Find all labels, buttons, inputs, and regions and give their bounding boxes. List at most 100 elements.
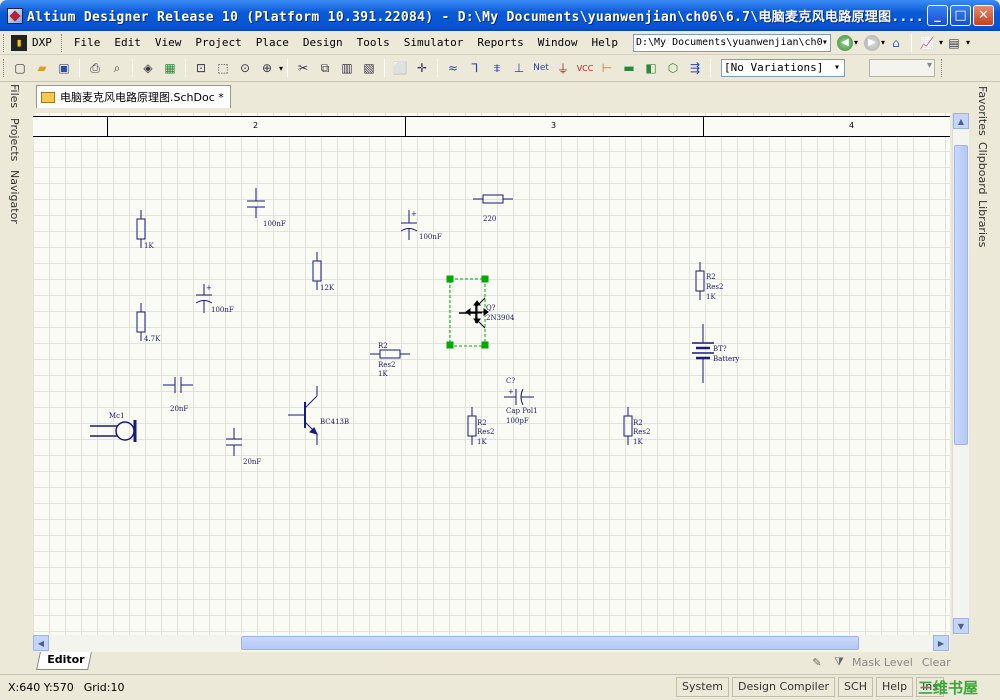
layers-icon[interactable]: ◈: [139, 59, 157, 77]
brush-icon[interactable]: ✎: [808, 654, 826, 670]
move-icon[interactable]: ✛: [413, 59, 431, 77]
polarized-capacitor-100nf[interactable]: + 100nF: [400, 210, 442, 241]
document-path-combo[interactable]: D:\My Documents\yuanwenjian\ch0: [632, 33, 831, 52]
chart-icon[interactable]: 📈: [918, 34, 936, 52]
capacitor-20nf[interactable]: 20nF: [163, 377, 193, 413]
mask-level-button[interactable]: Mask Level: [852, 656, 913, 669]
schematic-canvas[interactable]: 2 3 4 1K 100nF + 100nF 220 12K 4.7K + 10…: [33, 113, 950, 635]
open-folder-icon[interactable]: ▰: [33, 59, 51, 77]
port-icon[interactable]: ⇶: [686, 59, 704, 77]
print-preview-icon[interactable]: ▤: [945, 34, 963, 52]
variations-select[interactable]: [No Variations]: [721, 59, 846, 77]
resistor-220[interactable]: 220: [473, 194, 513, 223]
menu-simulator[interactable]: Simulator: [397, 33, 471, 53]
resistor-res2[interactable]: R2 Res2 1K: [695, 262, 723, 301]
zoom-fit-icon[interactable]: ⊡: [192, 59, 210, 77]
vertical-scroll-thumb[interactable]: [954, 145, 968, 445]
tab-favorites[interactable]: Favorites: [976, 86, 989, 136]
menu-edit[interactable]: Edit: [107, 33, 148, 53]
clear-button[interactable]: Clear: [922, 656, 951, 669]
maximize-button[interactable]: □: [950, 5, 971, 26]
rubber-stamp-icon[interactable]: ▧: [360, 59, 378, 77]
chevron-down-icon[interactable]: ▾: [279, 64, 283, 73]
menu-project[interactable]: Project: [188, 33, 248, 53]
bus-icon[interactable]: ⅂: [466, 59, 484, 77]
bus-entry-icon[interactable]: ⊥: [510, 59, 528, 77]
forward-arrow-icon[interactable]: ▶: [863, 34, 880, 51]
select-area-icon[interactable]: ⬜: [391, 59, 409, 77]
device-sheet-icon[interactable]: ⬡: [664, 59, 682, 77]
minimize-button[interactable]: _: [927, 5, 948, 26]
battery[interactable]: BT? Battery: [692, 324, 739, 383]
resistor-res2[interactable]: R2 Res2 1K: [370, 342, 410, 378]
save-icon[interactable]: ▣: [55, 59, 73, 77]
dxp-menu[interactable]: ▮ DXP: [9, 33, 58, 53]
part-icon[interactable]: ⊢: [598, 59, 616, 77]
capacitor-100nf[interactable]: 100nF: [247, 188, 286, 228]
document-tab[interactable]: 电脑麦克风电路原理图.SchDoc *: [36, 85, 231, 108]
scroll-down-icon[interactable]: ▼: [953, 618, 969, 634]
tab-files[interactable]: Files: [8, 84, 21, 108]
chevron-down-icon[interactable]: ▾: [854, 38, 858, 47]
toolbar-grip[interactable]: [60, 33, 64, 52]
polarized-capacitor-cap-pol1[interactable]: C? + Cap Pol1 100pF: [504, 377, 538, 425]
tab-libraries[interactable]: Libraries: [976, 200, 989, 248]
transistor-bc413b[interactable]: BC413B: [288, 386, 349, 445]
net-label-icon[interactable]: Net: [532, 59, 550, 77]
sheet-symbol-icon[interactable]: ▬: [620, 59, 638, 77]
new-document-icon[interactable]: ▢: [11, 59, 29, 77]
tab-clipboard[interactable]: Clipboard: [976, 142, 989, 195]
copy-icon[interactable]: ⧉: [316, 59, 334, 77]
chevron-down-icon[interactable]: ▾: [881, 38, 885, 47]
toolbar-grip[interactable]: [3, 59, 6, 77]
menu-file[interactable]: File: [67, 33, 108, 53]
tab-navigator[interactable]: Navigator: [8, 170, 21, 224]
capacitor-20nf[interactable]: 20nF: [226, 428, 261, 466]
close-button[interactable]: ✕: [973, 5, 994, 26]
filter-icon[interactable]: ⧩: [830, 654, 848, 670]
scroll-left-icon[interactable]: ◀: [33, 635, 49, 651]
resistor-4-7k[interactable]: 4.7K: [136, 303, 161, 343]
menu-place[interactable]: Place: [249, 33, 296, 53]
paste-icon[interactable]: ▥: [338, 59, 356, 77]
design-compiler-panel-button[interactable]: Design Compiler: [732, 677, 836, 697]
signal-harness-icon[interactable]: ⩨: [488, 59, 506, 77]
menu-window[interactable]: Window: [531, 33, 585, 53]
microphone[interactable]: Mc1: [90, 412, 137, 442]
horizontal-scroll-thumb[interactable]: [241, 636, 859, 650]
toolbar-grip[interactable]: [3, 33, 6, 52]
chevron-down-icon[interactable]: ▾: [966, 38, 970, 47]
menu-design[interactable]: Design: [296, 33, 350, 53]
menu-tools[interactable]: Tools: [350, 33, 397, 53]
zoom-area-icon[interactable]: ⬚: [214, 59, 232, 77]
wire-icon[interactable]: ≈: [444, 59, 462, 77]
zoom-in-icon[interactable]: ⊕: [258, 59, 276, 77]
menu-reports[interactable]: Reports: [470, 33, 530, 53]
zoom-selected-icon[interactable]: ⊙: [236, 59, 254, 77]
scroll-right-icon[interactable]: ▶: [933, 635, 949, 651]
polarized-capacitor-100nf[interactable]: + 100nF: [195, 284, 234, 314]
scroll-up-icon[interactable]: ▲: [953, 113, 969, 129]
horizontal-scrollbar[interactable]: ◀ ▶: [33, 635, 950, 652]
back-arrow-icon[interactable]: ◀: [836, 34, 853, 51]
resistor-res2[interactable]: R2 Res2 1K: [623, 407, 650, 446]
resistor-12k[interactable]: 12K: [312, 252, 335, 292]
print-icon[interactable]: ⎙: [86, 59, 104, 77]
vertical-scrollbar[interactable]: ▲ ▼: [952, 113, 969, 635]
system-panel-button[interactable]: System: [676, 677, 730, 697]
print-preview-icon[interactable]: ⌕: [108, 59, 126, 77]
home-icon[interactable]: ⌂: [887, 34, 905, 52]
tab-editor[interactable]: Editor: [36, 652, 92, 670]
help-panel-button[interactable]: Help: [875, 677, 914, 697]
gnd-port-icon[interactable]: ⏚: [554, 59, 572, 77]
cut-icon[interactable]: ✂: [294, 59, 312, 77]
chip-icon[interactable]: ▦: [161, 59, 179, 77]
menu-help[interactable]: Help: [584, 33, 625, 53]
unused-combo[interactable]: [869, 59, 936, 77]
sheet-entry-icon[interactable]: ◧: [642, 59, 660, 77]
sch-panel-button[interactable]: SCH: [838, 677, 873, 697]
vcc-port-icon[interactable]: VCC: [576, 59, 594, 77]
tab-projects[interactable]: Projects: [8, 118, 21, 161]
chevron-down-icon[interactable]: ▾: [939, 38, 943, 47]
menu-view[interactable]: View: [148, 33, 189, 53]
